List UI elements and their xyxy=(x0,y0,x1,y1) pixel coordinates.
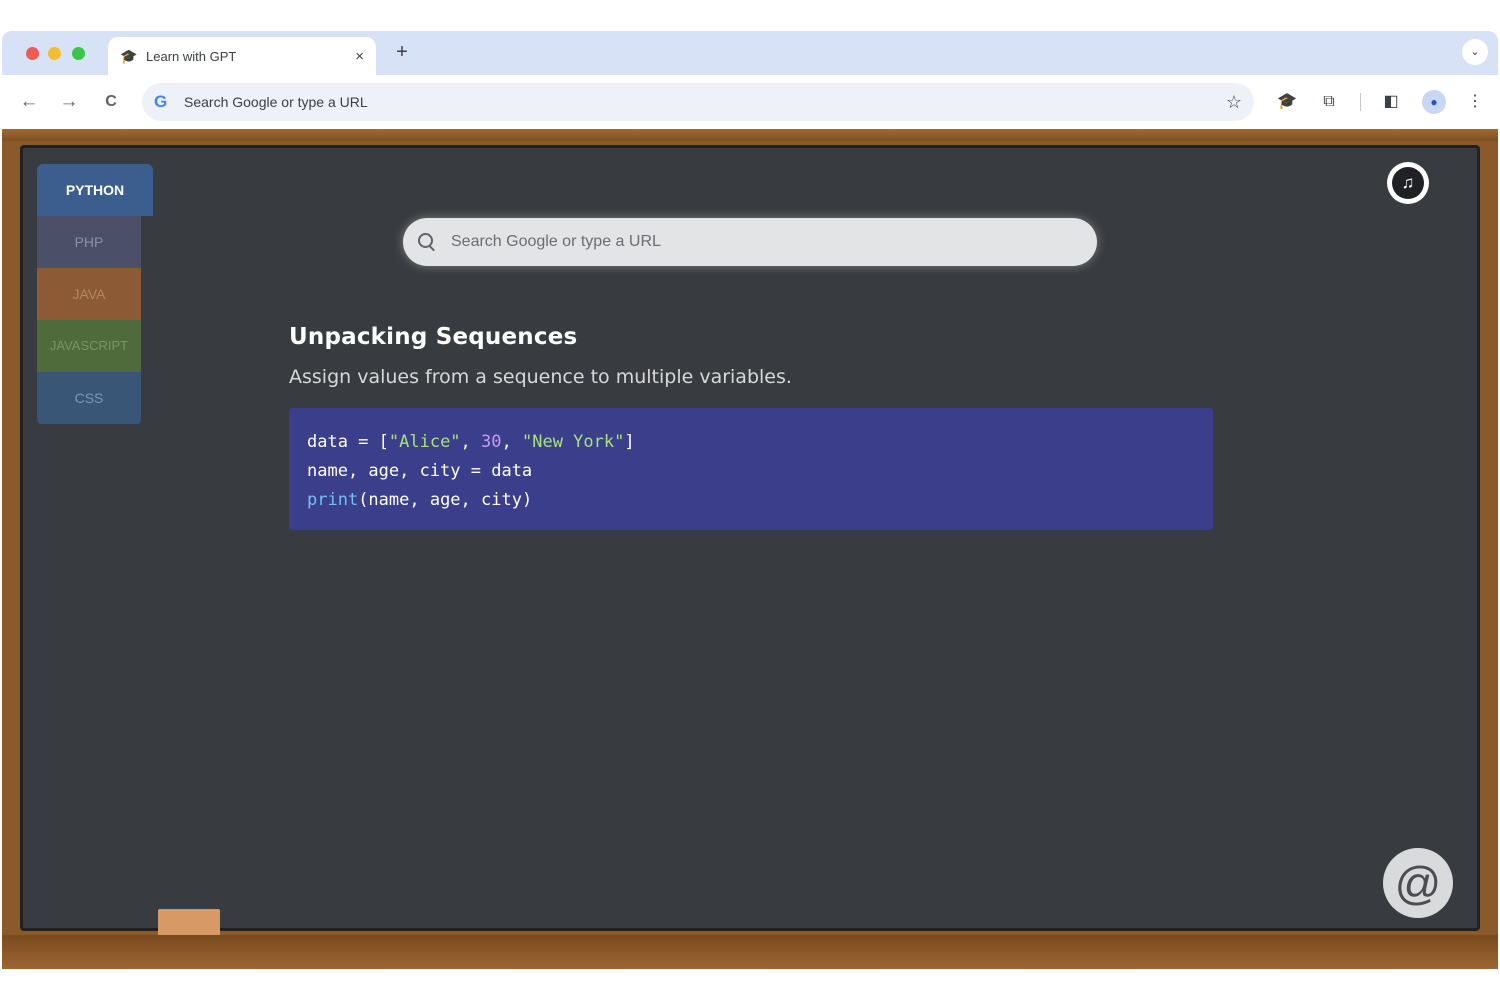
spiral-logo-icon[interactable]: @ xyxy=(1383,848,1453,918)
tab-java[interactable]: JAVA xyxy=(37,268,141,320)
code-token: ] xyxy=(624,432,635,452)
extensions-puzzle-icon[interactable]: ⧉ xyxy=(1316,89,1342,115)
forward-icon[interactable]: → xyxy=(56,89,82,115)
tab-css[interactable]: CSS xyxy=(37,372,141,424)
chalkboard: PYTHON PHP JAVA JAVASCRIPT CSS ♫ Unpacki… xyxy=(20,145,1480,931)
close-window-button[interactable] xyxy=(26,47,39,60)
graduation-cap-icon: 🎓 xyxy=(120,48,138,64)
address-bar[interactable]: G Search Google or type a URL ☆ xyxy=(142,83,1254,121)
frame-bottom-rail xyxy=(2,935,1498,969)
back-icon[interactable]: ← xyxy=(16,89,42,115)
tab-javascript[interactable]: JAVASCRIPT xyxy=(37,320,141,372)
music-note-icon: ♫ xyxy=(1392,167,1424,199)
tab-close-icon[interactable]: × xyxy=(355,48,364,65)
code-line: data = ["Alice", 30, "New York"] xyxy=(307,428,1195,457)
tab-strip: 🎓 Learn with GPT × + ⌄ xyxy=(2,31,1498,75)
minimize-window-button[interactable] xyxy=(48,47,61,60)
code-token: , xyxy=(460,432,482,452)
browser-menu-icon[interactable]: ⋮ xyxy=(1462,89,1488,115)
maximize-window-button[interactable] xyxy=(72,47,85,60)
tab-php[interactable]: PHP xyxy=(37,216,141,268)
code-line: name, age, city = data xyxy=(307,461,533,481)
code-line: print(name, age, city) xyxy=(307,486,1195,515)
code-string: "Alice" xyxy=(388,432,461,452)
side-panel-icon[interactable]: ◧ xyxy=(1378,89,1404,115)
frame-top-rail xyxy=(2,129,1498,141)
tab-title: Learn with GPT xyxy=(146,48,237,64)
browser-toolbar: ← → C G Search Google or type a URL ☆ 🎓 … xyxy=(2,75,1498,129)
search-icon xyxy=(417,232,437,252)
music-toggle-button[interactable]: ♫ xyxy=(1387,162,1429,204)
code-token: , xyxy=(501,432,522,452)
code-token: data = [ xyxy=(307,432,389,452)
language-nav: PYTHON PHP JAVA JAVASCRIPT CSS xyxy=(37,164,157,424)
code-number: 30 xyxy=(481,432,502,452)
new-tab-button[interactable]: + xyxy=(390,40,414,64)
browser-tab[interactable]: 🎓 Learn with GPT × xyxy=(108,37,376,75)
address-bar-text[interactable]: Search Google or type a URL xyxy=(184,94,1226,110)
code-token: (name, age, city) xyxy=(358,490,533,510)
code-function: print xyxy=(307,490,359,510)
profile-avatar-icon[interactable]: ● xyxy=(1422,90,1446,114)
google-icon: G xyxy=(154,92,168,111)
bookmark-star-icon[interactable]: ☆ xyxy=(1226,92,1242,113)
tab-search-button[interactable]: ⌄ xyxy=(1462,39,1488,65)
lesson-description: Assign values from a sequence to multipl… xyxy=(289,366,792,388)
toolbar-divider xyxy=(1360,93,1361,111)
browser-window: 🎓 Learn with GPT × + ⌄ ← → C G Search Go… xyxy=(2,31,1498,969)
lesson-title: Unpacking Sequences xyxy=(289,324,578,350)
reload-icon[interactable]: C xyxy=(98,89,124,115)
tab-python[interactable]: PYTHON xyxy=(37,164,153,216)
code-block: data = ["Alice", 30, "New York"] name, a… xyxy=(289,408,1213,530)
search-bar[interactable] xyxy=(403,218,1097,266)
search-input[interactable] xyxy=(451,233,1083,251)
code-string: "New York" xyxy=(522,432,625,452)
extension-icon[interactable]: 🎓 xyxy=(1274,89,1300,115)
chalkboard-frame: PYTHON PHP JAVA JAVASCRIPT CSS ♫ Unpacki… xyxy=(2,129,1498,969)
